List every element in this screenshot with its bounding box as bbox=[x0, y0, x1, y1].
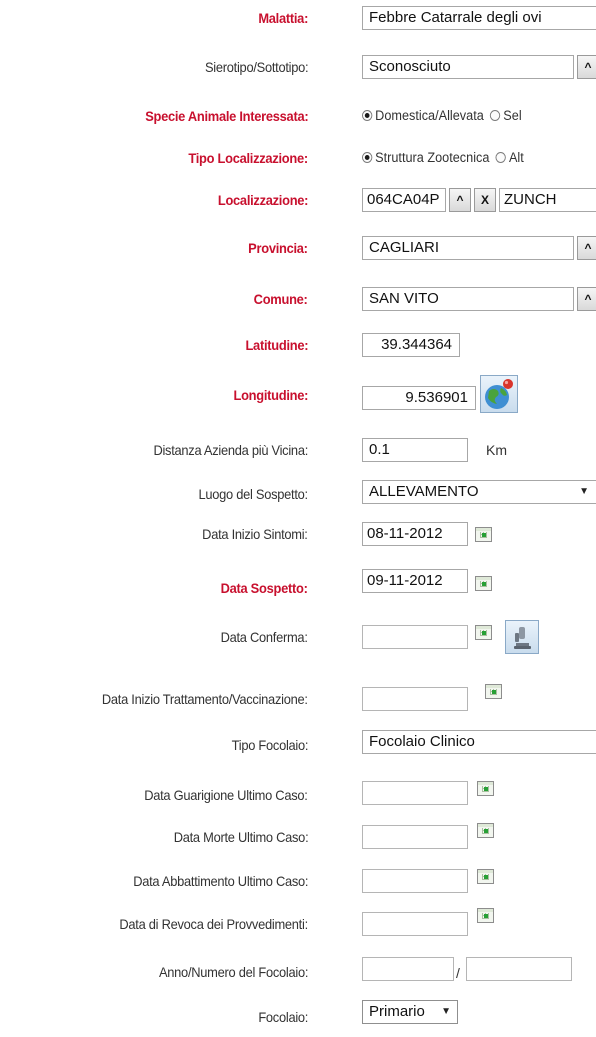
row-localizzazione: Localizzazione: 064CA04P ^ X ZUNCH bbox=[0, 185, 596, 215]
provincia-label: Provincia: bbox=[248, 240, 308, 256]
globe-map-icon[interactable] bbox=[480, 375, 518, 413]
row-data-conferma: Data Conferma: bbox=[0, 620, 596, 654]
luogo-sospetto-select[interactable]: ALLEVAMENTO ▼ bbox=[362, 480, 596, 504]
microscope-icon[interactable] bbox=[505, 620, 539, 654]
data-conferma-field[interactable] bbox=[362, 625, 468, 649]
focolaio-select[interactable]: Primario ▼ bbox=[362, 1000, 458, 1024]
anno-numero-separator: / bbox=[456, 965, 460, 981]
row-distanza: Distanza Azienda più Vicina: 0.1 Km bbox=[0, 435, 596, 465]
localizzazione-label: Localizzazione: bbox=[217, 192, 309, 208]
row-data-inizio-trattamento: Data Inizio Trattamento/Vaccinazione: bbox=[0, 684, 596, 714]
row-data-guarigione: Data Guarigione Ultimo Caso: bbox=[0, 780, 596, 810]
longitudine-field[interactable]: 9.536901 bbox=[362, 386, 476, 410]
row-data-abbattimento: Data Abbattimento Ultimo Caso: bbox=[0, 866, 596, 896]
row-data-revoca: Data di Revoca dei Provvedimenti: bbox=[0, 908, 596, 939]
data-guarigione-label: Data Guarigione Ultimo Caso: bbox=[144, 787, 309, 803]
data-morte-field[interactable] bbox=[362, 825, 468, 849]
tipo-localizzazione-option-struttura: Struttura Zootecnica bbox=[375, 150, 490, 165]
calendar-icon[interactable] bbox=[477, 869, 494, 884]
tipo-focolaio-label: Tipo Focolaio: bbox=[231, 737, 308, 753]
calendar-icon[interactable] bbox=[475, 625, 492, 640]
chevron-down-icon: ▼ bbox=[579, 486, 589, 497]
row-comune: Comune: SAN VITO ^ bbox=[0, 284, 596, 314]
data-morte-label: Data Morte Ultimo Caso: bbox=[173, 829, 308, 845]
latitudine-label: Latitudine: bbox=[245, 337, 308, 353]
distanza-field[interactable]: 0.1 bbox=[362, 438, 468, 462]
comune-label: Comune: bbox=[254, 291, 308, 307]
tipo-focolaio-select[interactable]: Focolaio Clinico bbox=[362, 730, 596, 754]
sierotipo-field[interactable]: Sconosciuto bbox=[362, 55, 574, 79]
calendar-icon[interactable] bbox=[475, 527, 492, 542]
latitudine-field[interactable]: 39.344364 bbox=[362, 333, 460, 357]
focolaio-label: Focolaio: bbox=[258, 1009, 308, 1025]
specie-option-selvatica: Sel bbox=[503, 108, 522, 123]
row-malattia: Malattia: Febbre Catarrale degli ovi bbox=[0, 3, 596, 33]
malattia-field[interactable]: Febbre Catarrale degli ovi bbox=[362, 6, 596, 30]
localizzazione-name-field[interactable]: ZUNCH bbox=[499, 188, 596, 212]
tipo-localizzazione-radio-struttura[interactable] bbox=[362, 152, 373, 163]
calendar-icon[interactable] bbox=[477, 781, 494, 796]
data-inizio-trattamento-label: Data Inizio Trattamento/Vaccinazione: bbox=[102, 691, 308, 707]
focolaio-value: Primario bbox=[369, 1003, 425, 1020]
row-longitudine: Longitudine: 9.536901 bbox=[0, 375, 596, 413]
luogo-sospetto-value: ALLEVAMENTO bbox=[369, 483, 479, 500]
calendar-icon[interactable] bbox=[485, 684, 502, 699]
row-tipo-focolaio: Tipo Focolaio: Focolaio Clinico bbox=[0, 730, 596, 760]
anno-field[interactable] bbox=[362, 957, 454, 981]
distanza-unit: Km bbox=[486, 442, 507, 458]
specie-radio-selvatica[interactable] bbox=[490, 110, 501, 121]
calendar-icon[interactable] bbox=[477, 908, 494, 923]
data-inizio-trattamento-field[interactable] bbox=[362, 687, 468, 711]
provincia-lookup-button[interactable]: ^ bbox=[577, 236, 596, 260]
data-sospetto-label: Data Sospetto: bbox=[220, 580, 308, 596]
specie-label: Specie Animale Interessata: bbox=[144, 108, 308, 124]
specie-option-domestica: Domestica/Allevata bbox=[375, 108, 484, 123]
distanza-label: Distanza Azienda più Vicina: bbox=[153, 442, 308, 458]
comune-field[interactable]: SAN VITO bbox=[362, 287, 574, 311]
row-data-inizio-sintomi: Data Inizio Sintomi: 08-11-2012 bbox=[0, 519, 596, 549]
row-focolaio: Focolaio: Primario ▼ bbox=[0, 1000, 596, 1032]
row-specie: Specie Animale Interessata: Domestica/Al… bbox=[0, 101, 596, 131]
provincia-field[interactable]: CAGLIARI bbox=[362, 236, 574, 260]
data-abbattimento-field[interactable] bbox=[362, 869, 468, 893]
data-abbattimento-label: Data Abbattimento Ultimo Caso: bbox=[132, 873, 308, 889]
data-conferma-label: Data Conferma: bbox=[220, 629, 308, 645]
localizzazione-code-field[interactable]: 064CA04P bbox=[362, 188, 446, 212]
numero-field[interactable] bbox=[466, 957, 572, 981]
luogo-sospetto-label: Luogo del Sospetto: bbox=[198, 486, 309, 502]
data-revoca-label: Data di Revoca dei Provvedimenti: bbox=[119, 916, 309, 932]
tipo-localizzazione-option-altro: Alt bbox=[508, 150, 524, 165]
anno-numero-label: Anno/Numero del Focolaio: bbox=[158, 964, 308, 980]
tipo-localizzazione-radio-altro[interactable] bbox=[495, 152, 507, 163]
data-inizio-sintomi-field[interactable]: 08-11-2012 bbox=[362, 522, 468, 546]
localizzazione-clear-button[interactable]: X bbox=[474, 188, 496, 212]
calendar-icon[interactable] bbox=[477, 823, 494, 838]
sierotipo-label: Sierotipo/Sottotipo: bbox=[204, 59, 309, 75]
tipo-localizzazione-radio-group: Struttura Zootecnica Alt bbox=[362, 149, 524, 167]
sierotipo-lookup-button[interactable]: ^ bbox=[577, 55, 596, 79]
comune-lookup-button[interactable]: ^ bbox=[577, 287, 596, 311]
row-latitudine: Latitudine: 39.344364 bbox=[0, 330, 596, 360]
calendar-icon[interactable] bbox=[475, 576, 492, 591]
data-guarigione-field[interactable] bbox=[362, 781, 468, 805]
data-revoca-field[interactable] bbox=[362, 912, 468, 936]
tipo-localizzazione-label: Tipo Localizzazione: bbox=[188, 150, 309, 166]
longitudine-label: Longitudine: bbox=[233, 387, 308, 403]
row-data-sospetto: Data Sospetto: 09-11-2012 bbox=[0, 569, 596, 603]
malattia-label: Malattia: bbox=[258, 10, 308, 26]
chevron-down-icon: ▼ bbox=[441, 1006, 451, 1017]
row-luogo-sospetto: Luogo del Sospetto: ALLEVAMENTO ▼ bbox=[0, 479, 596, 509]
localizzazione-lookup-button[interactable]: ^ bbox=[449, 188, 471, 212]
row-data-morte: Data Morte Ultimo Caso: bbox=[0, 822, 596, 852]
specie-radio-group: Domestica/Allevata Sel bbox=[362, 107, 522, 125]
data-sospetto-field[interactable]: 09-11-2012 bbox=[362, 569, 468, 593]
row-sierotipo: Sierotipo/Sottotipo: Sconosciuto ^ bbox=[0, 52, 596, 82]
row-tipo-localizzazione: Tipo Localizzazione: Struttura Zootecnic… bbox=[0, 143, 596, 173]
row-anno-numero: Anno/Numero del Focolaio: / bbox=[0, 957, 596, 987]
data-inizio-sintomi-label: Data Inizio Sintomi: bbox=[202, 526, 309, 542]
row-provincia: Provincia: CAGLIARI ^ bbox=[0, 233, 596, 263]
specie-radio-domestica[interactable] bbox=[362, 110, 373, 121]
